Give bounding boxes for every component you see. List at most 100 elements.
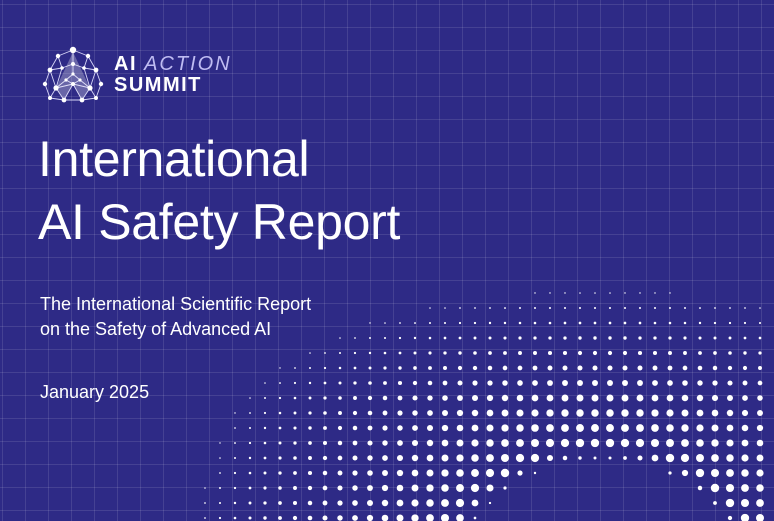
halftone-dot — [623, 456, 627, 460]
halftone-dot — [756, 484, 764, 492]
halftone-dot — [471, 394, 479, 402]
halftone-dot — [713, 321, 717, 325]
halftone-dot — [563, 336, 567, 340]
halftone-dot — [698, 351, 702, 355]
halftone-dot — [338, 381, 342, 385]
halftone-dot — [728, 351, 732, 355]
halftone-dot — [502, 380, 508, 386]
halftone-dot — [623, 306, 627, 310]
halftone-dot — [352, 455, 358, 461]
halftone-dot — [606, 424, 614, 432]
halftone-dot — [729, 307, 731, 309]
halftone-dot — [352, 410, 358, 416]
halftone-dot — [680, 453, 690, 463]
halftone-dot — [322, 500, 328, 506]
halftone-dot — [579, 292, 581, 294]
halftone-dot — [696, 394, 704, 402]
halftone-dot — [562, 350, 568, 356]
halftone-dot — [323, 396, 327, 400]
halftone-dot — [667, 365, 673, 371]
halftone-dot — [756, 499, 764, 507]
halftone-dot — [337, 485, 343, 491]
halftone-dot — [440, 513, 450, 521]
halftone-dot — [591, 409, 599, 417]
halftone-dot — [278, 411, 282, 415]
halftone-dot — [533, 336, 537, 340]
halftone-dot — [547, 365, 553, 371]
halftone-dot — [443, 336, 447, 340]
halftone-dot — [532, 365, 538, 371]
halftone-dot — [278, 426, 282, 430]
halftone-dot — [471, 439, 479, 447]
halftone-dot — [398, 366, 402, 370]
halftone-dot — [442, 380, 448, 386]
halftone-dot — [352, 500, 358, 506]
halftone-dot — [396, 454, 404, 462]
halftone-dot — [263, 471, 267, 475]
halftone-dot — [561, 394, 569, 402]
halftone-dot — [606, 409, 614, 417]
halftone-dot — [652, 365, 658, 371]
halftone-dot — [741, 469, 749, 477]
halftone-dot — [696, 439, 704, 447]
halftone-dot — [471, 424, 479, 432]
halftone-dot — [441, 499, 449, 507]
halftone-dot — [382, 455, 388, 461]
halftone-dot — [637, 365, 643, 371]
halftone-dot — [308, 426, 312, 430]
halftone-dot — [323, 411, 327, 415]
halftone-dot — [696, 424, 704, 432]
logo-node — [47, 67, 53, 73]
halftone-dot — [683, 351, 687, 355]
halftone-dot — [471, 454, 479, 462]
halftone-dot — [503, 336, 507, 340]
report-cover: AI ACTION SUMMIT International AI Safety… — [0, 0, 774, 521]
halftone-dot — [473, 336, 477, 340]
halftone-dot — [500, 468, 510, 478]
halftone-dot — [651, 454, 659, 462]
halftone-dot — [503, 486, 507, 490]
halftone-dot — [531, 409, 539, 417]
halftone-dot — [353, 366, 357, 370]
halftone-dot — [427, 410, 433, 416]
halftone-dot — [563, 321, 567, 325]
halftone-dot — [606, 394, 614, 402]
halftone-dot — [368, 381, 372, 385]
logo-node — [60, 66, 64, 70]
halftone-dot — [396, 484, 404, 492]
halftone-dot — [411, 439, 419, 447]
subtitle-line-2: on the Safety of Advanced AI — [40, 319, 272, 339]
halftone-dot — [444, 307, 446, 309]
halftone-dot — [426, 424, 434, 432]
halftone-dot — [532, 350, 538, 356]
halftone-dot — [534, 307, 536, 309]
halftone-dot — [638, 336, 642, 340]
halftone-dot — [637, 455, 643, 461]
halftone-dot — [638, 306, 642, 310]
halftone-dot — [366, 499, 374, 507]
halftone-dot — [472, 380, 478, 386]
halftone-dot — [635, 438, 645, 448]
halftone-dot — [518, 336, 522, 340]
halftone-dot — [441, 424, 449, 432]
halftone-dot — [367, 455, 373, 461]
halftone-dot — [397, 380, 403, 386]
halftone-dot — [278, 486, 282, 490]
halftone-dot — [530, 438, 540, 448]
title-line-2: AI Safety Report — [38, 194, 401, 250]
halftone-dot — [396, 514, 404, 521]
halftone-dot — [636, 424, 644, 432]
halftone-dot — [455, 498, 465, 508]
halftone-dot — [651, 409, 659, 417]
halftone-dot — [741, 484, 749, 492]
halftone-dot — [426, 439, 434, 447]
halftone-dot — [637, 350, 643, 356]
halftone-dot — [382, 410, 388, 416]
logo-node — [48, 96, 52, 100]
halftone-dot — [622, 350, 628, 356]
halftone-dot — [429, 322, 431, 324]
halftone-dot — [441, 469, 449, 477]
halftone-dot — [609, 292, 611, 294]
halftone-dot — [562, 365, 568, 371]
halftone-dot — [743, 351, 747, 355]
